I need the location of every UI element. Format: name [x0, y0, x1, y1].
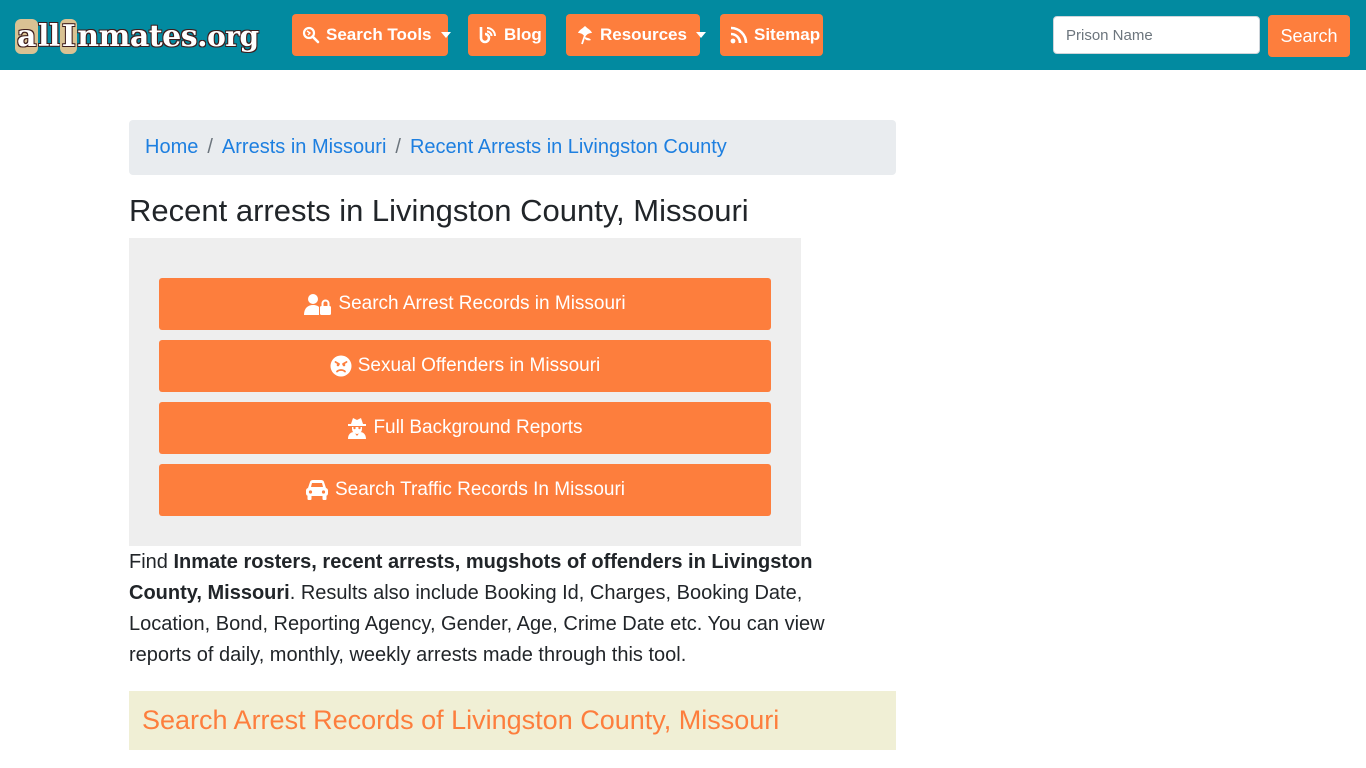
nav-sitemap[interactable]: Sitemap [720, 14, 823, 56]
site-logo[interactable]: a ll Inmates. org [15, 16, 267, 56]
prison-name-search-input[interactable] [1053, 16, 1260, 54]
logo-a: a [15, 18, 38, 54]
search-arrest-records-button[interactable]: Search Arrest Records in Missouri [159, 278, 771, 330]
search-button[interactable]: Search [1268, 15, 1350, 57]
blog-icon [478, 25, 498, 45]
user-secret-icon [347, 417, 367, 439]
nav-label: Sitemap [754, 25, 821, 44]
button-label: Full Background Reports [373, 417, 583, 438]
logo-i: I [59, 18, 78, 54]
top-navbar: a ll Inmates. org Search Tools Blog Resourc… [0, 0, 1366, 70]
car-icon [305, 479, 329, 501]
breadcrumb-separator: / [207, 136, 213, 158]
logo-org: org [207, 19, 259, 53]
breadcrumb: Home / Arrests in Missouri / Recent Arre… [129, 120, 896, 175]
angry-face-icon [330, 355, 352, 377]
intro-prefix: Find [129, 551, 174, 573]
nav-label: Search Tools [326, 25, 432, 44]
search-arrest-records-section: Search Arrest Records of Livingston Coun… [129, 691, 896, 750]
nav-label: Resources [600, 25, 687, 44]
search-traffic-records-button[interactable]: Search Traffic Records In Missouri [159, 464, 771, 516]
breadcrumb-home[interactable]: Home [145, 136, 198, 159]
button-label: Sexual Offenders in Missouri [357, 355, 601, 376]
full-background-reports-button[interactable]: Full Background Reports [159, 402, 771, 454]
breadcrumb-current[interactable]: Recent Arrests in Livingston County [410, 136, 727, 159]
sexual-offenders-button[interactable]: Sexual Offenders in Missouri [159, 340, 771, 392]
page-title: Recent arrests in Livingston County, Mis… [129, 193, 749, 228]
search-icon [302, 26, 320, 44]
nav-label: Blog [504, 25, 542, 44]
rss-icon [730, 26, 748, 44]
caret-down-icon [695, 32, 706, 38]
section-heading: Search Arrest Records of Livingston Coun… [142, 705, 780, 735]
breadcrumb-arrests-in-missouri[interactable]: Arrests in Missouri [222, 136, 386, 159]
button-label: Search Traffic Records In Missouri [334, 479, 626, 500]
nav-blog[interactable]: Blog [468, 14, 546, 56]
leaf-icon [576, 25, 594, 45]
breadcrumb-separator: / [395, 136, 401, 158]
button-label: Search Arrest Records in Missouri [338, 293, 626, 314]
nav-search-tools-dropdown[interactable]: Search Tools [292, 14, 451, 56]
nav-resources-dropdown[interactable]: Resources [566, 14, 706, 56]
caret-down-icon [440, 32, 451, 38]
action-buttons-panel: Search Arrest Records in Missouri Sexual… [129, 238, 801, 546]
logo-rest: nmates. [77, 18, 208, 54]
logo-ll: ll [37, 18, 60, 54]
intro-paragraph: Find Inmate rosters, recent arrests, mug… [129, 547, 849, 671]
user-lock-icon [304, 293, 332, 315]
